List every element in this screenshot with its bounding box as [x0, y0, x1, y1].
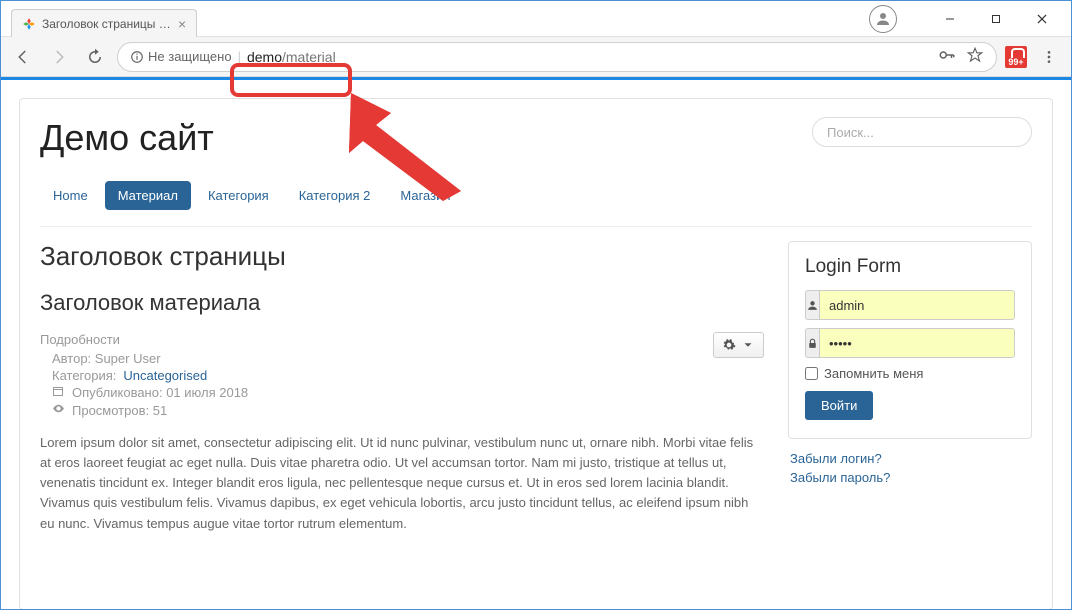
- site-search[interactable]: [812, 117, 1032, 147]
- category-label: Категория:: [52, 368, 116, 383]
- category-link[interactable]: Uncategorised: [123, 368, 207, 383]
- site-title: Демо сайт: [40, 117, 214, 159]
- url-display: demo/material: [247, 49, 932, 65]
- eye-icon: [52, 402, 65, 418]
- saved-password-icon[interactable]: [938, 46, 956, 67]
- tab-strip: Заголовок страницы в б ×: [11, 9, 197, 37]
- url-host: demo: [247, 49, 282, 65]
- forgot-password-link[interactable]: Забыли пароль?: [790, 468, 1032, 487]
- browser-menu-icon[interactable]: [1035, 43, 1063, 71]
- password-input[interactable]: [819, 328, 1015, 358]
- calendar-icon: [52, 385, 65, 400]
- forgot-login-link[interactable]: Забыли логин?: [790, 449, 1032, 468]
- url-path: /material: [282, 49, 336, 65]
- tab-label: Заголовок страницы в б: [42, 17, 172, 31]
- address-bar: Не защищено | demo/material 99+: [1, 37, 1071, 77]
- omnibox[interactable]: Не защищено | demo/material: [117, 42, 997, 72]
- page-viewport: Демо сайт Home Материал Категория Катего…: [1, 80, 1071, 610]
- site-container: Демо сайт Home Материал Категория Катего…: [19, 98, 1053, 610]
- password-group: [805, 328, 1015, 358]
- profile-avatar-icon[interactable]: [869, 5, 897, 33]
- bookmark-star-icon[interactable]: [966, 46, 984, 67]
- remember-checkbox[interactable]: [805, 367, 818, 380]
- content-row: Заголовок страницы Заголовок материала П…: [40, 241, 1032, 534]
- article-body: Lorem ipsum dolor sit amet, consectetur …: [40, 433, 764, 534]
- security-indicator: Не защищено: [130, 49, 232, 64]
- security-label: Не защищено: [148, 49, 232, 64]
- nav-reload-button[interactable]: [81, 43, 109, 71]
- username-group: [805, 290, 1015, 320]
- lock-icon: [805, 328, 819, 358]
- nav-item-material[interactable]: Материал: [105, 181, 191, 210]
- main-nav: Home Материал Категория Категория 2 Мага…: [40, 181, 1032, 210]
- sidebar-column: Login Form: [788, 241, 1032, 534]
- details-label: Подробности: [40, 332, 248, 347]
- main-column: Заголовок страницы Заголовок материала П…: [40, 241, 764, 534]
- nav-item-category[interactable]: Категория: [195, 181, 282, 210]
- remember-checkbox-row[interactable]: Запомнить меня: [805, 366, 1015, 381]
- page-heading: Заголовок страницы: [40, 241, 764, 272]
- nav-item-shop[interactable]: Магазин: [387, 181, 463, 210]
- username-input[interactable]: [819, 290, 1015, 320]
- nav-forward-button[interactable]: [45, 43, 73, 71]
- login-title: Login Form: [805, 256, 1015, 278]
- user-icon: [805, 290, 819, 320]
- article-details: Подробности Автор: Super User Категория:…: [40, 332, 248, 419]
- window-close-button[interactable]: [1019, 5, 1065, 33]
- hits-text: Просмотров: 51: [72, 403, 167, 418]
- site-search-input[interactable]: [827, 125, 1017, 140]
- tab-close-icon[interactable]: ×: [178, 16, 186, 32]
- published-text: Опубликовано: 01 июля 2018: [72, 385, 248, 400]
- separator: [40, 226, 1032, 227]
- window-maximize-button[interactable]: [973, 5, 1019, 33]
- nav-item-home[interactable]: Home: [40, 181, 101, 210]
- browser-window: Заголовок страницы в б ×: [0, 0, 1072, 610]
- browser-tab[interactable]: Заголовок страницы в б ×: [11, 9, 197, 37]
- nav-back-button[interactable]: [9, 43, 37, 71]
- nav-item-category2[interactable]: Категория 2: [286, 181, 384, 210]
- login-submit-button[interactable]: Войти: [805, 391, 873, 420]
- login-module: Login Form: [788, 241, 1032, 439]
- site-header: Демо сайт: [40, 117, 1032, 159]
- author-text: Автор: Super User: [52, 351, 161, 366]
- article-heading: Заголовок материала: [40, 290, 260, 316]
- login-help-links: Забыли логин? Забыли пароль?: [788, 449, 1032, 487]
- extension-badge[interactable]: 99+: [1005, 46, 1027, 68]
- gear-icon: [722, 338, 736, 352]
- article-tools-button[interactable]: [713, 332, 764, 358]
- remember-label: Запомнить меня: [824, 366, 923, 381]
- joomla-favicon: [22, 17, 36, 31]
- caret-down-icon: [741, 338, 755, 352]
- window-minimize-button[interactable]: [927, 5, 973, 33]
